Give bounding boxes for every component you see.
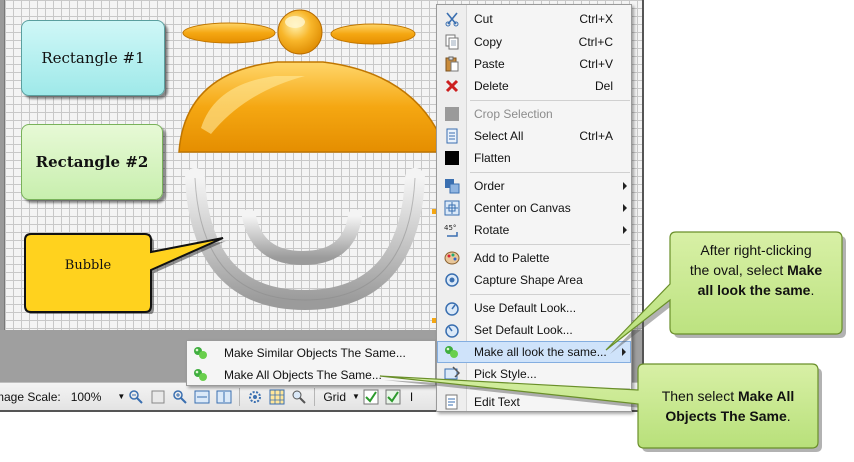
- callout-first-line2b: Make: [787, 262, 823, 278]
- callout-first-line3end: .: [810, 282, 815, 298]
- callout-second-line2: Objects The Same: [665, 408, 787, 424]
- callout-first-line3: all look the same: [697, 282, 811, 298]
- callout-first-line2a: the oval, select: [689, 262, 788, 278]
- callout-first-text: After right-clicking the oval, select Ma…: [672, 240, 840, 300]
- screenshot-stage: Rectangle #1 Rectangle #2 Bubble mage Sc…: [0, 0, 854, 462]
- callout-second-line2end: .: [786, 408, 791, 424]
- callout-second-line1a: Then select: [661, 388, 738, 404]
- callout-second-text: Then select Make All Objects The Same.: [640, 386, 816, 426]
- callout-first-line1: After right-clicking: [700, 242, 812, 258]
- callout-second-line1b: Make All: [737, 388, 795, 404]
